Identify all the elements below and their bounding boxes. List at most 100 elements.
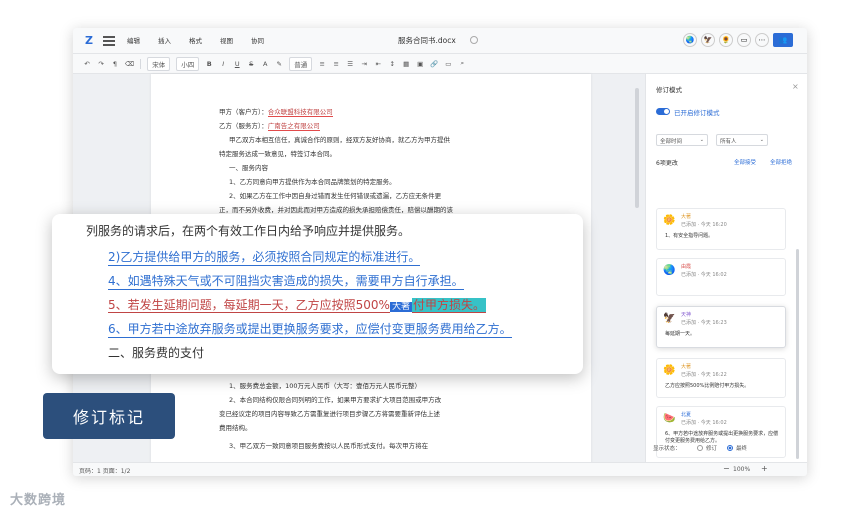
collaborator-avatar[interactable]: 🦅 <box>701 33 715 47</box>
revision-mode-toggle[interactable] <box>656 108 670 115</box>
show-state-label: 显示状态： <box>653 446 681 452</box>
callout-line-inserted: 4、如遇特殊天气或不可阻挡灾害造成的损失，需要甲方自行承担。 <box>108 274 464 290</box>
menu-insert[interactable]: 插入 <box>156 34 173 46</box>
callout-line: 二、服务费的支付 <box>108 346 205 360</box>
outdent-icon[interactable]: ⇤ <box>374 60 382 68</box>
final-radio-label: 最终 <box>736 446 748 452</box>
line-spacing-icon[interactable]: ↕ <box>388 60 396 68</box>
revision-meta: 已添加 · 今天 16:02 <box>681 272 727 278</box>
doc-line: 乙方（服务方）：广南告之有限公司 <box>219 122 320 131</box>
panel-title: 修订模式 <box>656 86 682 94</box>
status-bar: 页码：1 页面：1/2 − 100% + <box>73 462 807 476</box>
menu-view[interactable]: 视图 <box>218 34 235 46</box>
doc-line: 一、服务内容 <box>229 164 268 172</box>
avatar: 🌼 <box>663 365 676 376</box>
doc-line: 1、服务费总金额，100万元人民币（大写：壹佰万元人民币元整） <box>229 382 422 390</box>
highlight-icon[interactable]: ✎ <box>275 60 283 68</box>
chevron-down-icon: ⌄ <box>759 137 764 143</box>
accept-all-button[interactable]: 全部接受 <box>734 158 756 166</box>
revision-author: 天神 <box>681 312 692 318</box>
doc-line: 1、乙方同意向甲方提供作为本合同品牌策划的特定服务。 <box>229 178 396 186</box>
close-icon[interactable]: × <box>792 82 799 91</box>
change-count: 6项更改 <box>656 160 678 167</box>
image-icon[interactable]: ▣ <box>416 60 424 68</box>
italic-button[interactable]: I <box>219 60 227 68</box>
callout-line-inserted: 2)乙方提供给甲方的服务，必须按照合同规定的标准进行。 <box>108 250 421 266</box>
final-radio[interactable] <box>727 445 733 451</box>
revision-text: 乙方应按照500%比例赔付甲方损失。 <box>665 383 750 389</box>
zoom-in-button[interactable]: + <box>761 464 768 473</box>
avatar: 🌼 <box>663 215 676 226</box>
font-select[interactable]: 宋体 <box>147 56 171 71</box>
reject-all-button[interactable]: 全部拒绝 <box>770 158 792 166</box>
font-size-select[interactable]: 小四 <box>176 56 200 71</box>
hamburger-menu-icon[interactable] <box>103 36 115 46</box>
redo-icon[interactable]: ↷ <box>97 60 105 68</box>
revise-radio-label: 修订 <box>706 446 718 452</box>
avatar: 🍉 <box>663 413 676 424</box>
collaborator-bar: 🌏 🦅 🌻 ▭ ⋯ 👥 <box>683 33 793 47</box>
doc-line: 变已经议定的项目内容导致乙方需重复进行项目步骤乙方将需要重新评估上述 <box>219 410 440 418</box>
document-scrollbar[interactable] <box>635 88 639 208</box>
people-filter-select[interactable]: 所有人 ⌄ <box>716 134 768 146</box>
menu-collab[interactable]: 协同 <box>249 34 266 46</box>
toolbar-divider <box>140 58 142 69</box>
revision-text: 6、甲方若中途放弃服务或提出更换服务要求，应偿付变更服务费用给乙方。 <box>665 431 779 444</box>
paragraph-style-select[interactable]: 普通 <box>289 56 313 71</box>
table-icon[interactable]: ▦ <box>402 60 410 68</box>
revision-card[interactable]: 🌏 由霞 已添加 · 今天 16:02 <box>656 258 786 296</box>
format-painter-icon[interactable]: ¶ <box>111 60 119 68</box>
callout-line-revision: 5、若发生延期问题，每延期一天，乙方应按照500% 大著 付甲方损失。 <box>108 298 486 313</box>
revision-card-active[interactable]: 🦅 天神 已添加 · 今天 16:23 每延期一天。 <box>656 306 786 348</box>
zoom-level[interactable]: 100% <box>733 466 750 473</box>
font-color-button[interactable]: A <box>261 60 269 68</box>
align-center-icon[interactable]: ≡ <box>332 60 340 68</box>
menu-bar: 编辑 插入 格式 视图 协同 <box>125 34 266 46</box>
title-bar: Z 编辑 插入 格式 视图 协同 服务合同书.docx 🌏 🦅 🌻 ▭ ⋯ 👥 <box>73 28 807 54</box>
zoom-out-button[interactable]: − <box>723 464 730 473</box>
avatar: 🌏 <box>663 265 676 276</box>
doc-line: 正，而不另外收费，并对因此而对甲方造成的损失承担赔偿责任，赔偿以酬期的该 <box>219 206 453 214</box>
revision-panel: 修订模式 × 已开启修订模式 全部时间 ⌄ 所有人 ⌄ 6项更改 全部接受 全部拒绝… <box>645 74 807 462</box>
underline-button[interactable]: U <box>233 60 241 68</box>
revision-mark-label: 修订标记 <box>43 393 175 439</box>
panel-scrollbar[interactable] <box>796 249 799 459</box>
doc-line: 2、如果乙方在工作中因自身过错而发生任何错误或遗漏，乙方应无条件更 <box>229 192 442 200</box>
clear-format-icon[interactable]: ⌫ <box>125 60 134 68</box>
menu-edit[interactable]: 编辑 <box>125 34 142 46</box>
doc-line: 费用结构。 <box>219 424 252 432</box>
undo-icon[interactable]: ↶ <box>83 60 91 68</box>
revision-author: 大著 <box>681 364 692 370</box>
revision-text: 每延期一天。 <box>665 331 696 337</box>
bold-button[interactable]: B <box>205 60 213 68</box>
align-left-icon[interactable]: ≡ <box>318 60 326 68</box>
time-filter-select[interactable]: 全部时间 ⌄ <box>656 134 708 146</box>
collaborator-avatar[interactable]: 🌻 <box>719 33 733 47</box>
revision-card[interactable]: 🌼 大著 已添加 · 今天 16:22 乙方应按照500%比例赔付甲方损失。 <box>656 358 786 398</box>
callout-line-inserted: 6、甲方若中途放弃服务或提出更换服务要求，应偿付变更服务费用给乙方。 <box>108 322 512 338</box>
doc-line: 3、甲乙双方一致同意项目服务费按以人民币形式支付。每次甲方将在 <box>229 442 429 450</box>
chevron-down-icon: ⌄ <box>699 137 704 143</box>
menu-format[interactable]: 格式 <box>187 34 204 46</box>
revision-meta: 已添加 · 今天 16:02 <box>681 420 727 426</box>
link-icon[interactable]: 🔗 <box>430 60 438 68</box>
comment-icon[interactable]: ▭ <box>737 33 751 47</box>
doc-line: 甲方（客户方）：合众联盟科技有限公司 <box>219 108 333 117</box>
search-icon[interactable]: ⌕ <box>458 59 466 68</box>
sync-status-icon <box>470 36 478 44</box>
share-button[interactable]: 👥 <box>773 33 793 47</box>
revision-author: 北夏 <box>681 412 692 418</box>
more-icon[interactable]: ⋯ <box>755 33 769 47</box>
revision-author: 由霞 <box>681 264 692 270</box>
app-logo[interactable]: Z <box>85 35 97 47</box>
revision-card[interactable]: 🌼 大著 已添加 · 今天 16:20 1、有安全指导问题。 <box>656 208 786 250</box>
document-title[interactable]: 服务合同书.docx <box>398 35 456 46</box>
strikethrough-button[interactable]: S <box>247 60 255 68</box>
revision-author-tag: 大著 <box>389 302 412 312</box>
collaborator-avatar[interactable]: 🌏 <box>683 33 697 47</box>
indent-icon[interactable]: ⇥ <box>360 60 368 68</box>
revise-radio[interactable] <box>697 445 703 451</box>
list-icon[interactable]: ☰ <box>346 60 354 68</box>
revision-author: 大著 <box>681 214 692 220</box>
comment-insert-icon[interactable]: ▭ <box>444 60 452 68</box>
